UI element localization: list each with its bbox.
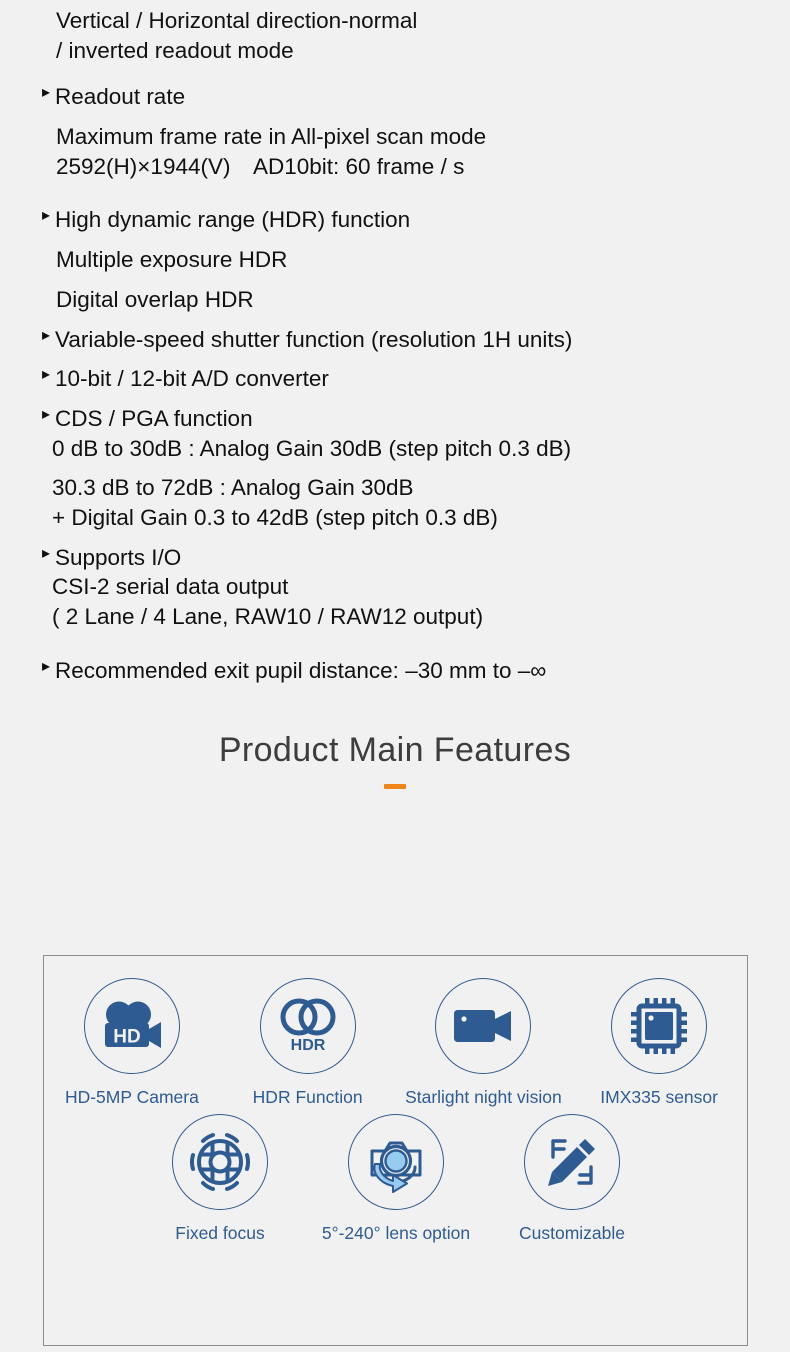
spec-line-text: 10-bit / 12-bit A/D converter <box>55 366 329 392</box>
sensor-chip-icon <box>630 997 688 1055</box>
feature-label: 5°-240° lens option <box>321 1223 471 1244</box>
triangle-bullet-icon: ▸ <box>42 657 51 675</box>
spec-line-text: Maximum frame rate in All-pixel scan mod… <box>56 124 487 150</box>
feature-imx335-sensor[interactable]: IMX335 sensor <box>571 978 747 1108</box>
triangle-bullet-icon: ▸ <box>42 544 51 562</box>
spec-text-line: 2592(H)×1944(V) AD10bit: 60 frame / s <box>0 152 790 182</box>
spec-line-text: 30.3 dB to 72dB : Analog Gain 30dB <box>52 475 414 501</box>
lens-rotate-icon <box>363 1131 429 1194</box>
icon-circle-frame: HDR <box>259 978 356 1074</box>
feature-label: HDR Function <box>252 1087 363 1107</box>
section-heading-block: Product Main Features <box>0 731 790 790</box>
feature-label: HD-5MP Camera <box>64 1087 199 1107</box>
feature-fixed-focus[interactable]: Fixed focus <box>132 1114 308 1244</box>
hd-camera-icon: HD <box>101 1001 163 1051</box>
spec-line-text: Readout rate <box>55 84 186 110</box>
spec-line-text: Digital overlap HDR <box>56 286 254 312</box>
focus-ring-icon <box>189 1131 251 1193</box>
spec-text-line: 0 dB to 30dB : Analog Gain 30dB (step pi… <box>0 434 790 464</box>
spec-text-line: / inverted readout mode <box>0 36 790 66</box>
feature-label: Starlight night vision <box>405 1087 562 1107</box>
spec-bullet-item: ▸ Readout rate <box>0 82 790 112</box>
specification-list: Vertical / Horizontal direction-normal / … <box>0 0 790 685</box>
feature-lens-option[interactable]: 5°-240° lens option <box>308 1114 484 1244</box>
spec-line-text: Supports I/O <box>55 544 182 570</box>
icon-circle-frame <box>172 1114 268 1211</box>
spec-line-text: Vertical / Horizontal direction-normal <box>56 8 418 33</box>
spec-text-line: CSI-2 serial data output <box>0 572 790 602</box>
feature-label: IMX335 sensor <box>600 1087 718 1107</box>
features-row-2: Fixed focus 5°-240° lens option Customiz… <box>44 1108 790 1244</box>
feature-hdr-function[interactable]: HDR HDR Function <box>220 978 396 1108</box>
spec-line-text: + Digital Gain 0.3 to 42dB (step pitch 0… <box>52 504 498 530</box>
triangle-bullet-icon: ▸ <box>42 84 51 102</box>
triangle-bullet-icon: ▸ <box>42 366 51 384</box>
icon-circle-frame <box>524 1114 620 1211</box>
spec-text-line: Vertical / Horizontal direction-normal <box>0 6 790 36</box>
spec-text-line: Digital overlap HDR <box>0 285 790 315</box>
spec-line-text: Variable-speed shutter function (resolut… <box>55 326 573 352</box>
spec-bullet-item: ▸ Supports I/O <box>0 543 790 573</box>
svg-text:HDR: HDR <box>290 1037 325 1054</box>
feature-customizable[interactable]: Customizable <box>484 1114 660 1244</box>
spec-bullet-item: ▸ High dynamic range (HDR) function <box>0 205 790 235</box>
feature-label: Fixed focus <box>175 1223 265 1244</box>
spec-text-line: Maximum frame rate in All-pixel scan mod… <box>0 122 790 152</box>
spec-line-text: / inverted readout mode <box>56 37 294 63</box>
spec-text-line: ( 2 Lane / 4 Lane, RAW10 / RAW12 output) <box>0 602 790 632</box>
triangle-bullet-icon: ▸ <box>42 326 51 344</box>
pencil-edit-icon <box>543 1133 601 1191</box>
icon-circle-frame <box>611 978 708 1074</box>
spec-text-line: Multiple exposure HDR <box>0 245 790 275</box>
spec-line-text: 0 dB to 30dB : Analog Gain 30dB (step pi… <box>52 435 572 461</box>
triangle-bullet-icon: ▸ <box>42 207 51 225</box>
icon-circle-frame <box>435 978 532 1074</box>
page-title: Product Main Features <box>218 731 572 770</box>
heading-underline-accent <box>384 784 406 790</box>
spec-line-text: CDS / PGA function <box>55 405 253 431</box>
spec-line-text: Recommended exit pupil distance: –30 mm … <box>55 657 547 683</box>
spec-bullet-item: ▸ CDS / PGA function <box>0 404 790 434</box>
spec-line-text: 2592(H)×1944(V) AD10bit: 60 frame / s <box>56 153 465 179</box>
spec-line-text: High dynamic range (HDR) function <box>55 207 411 233</box>
spec-line-text: CSI-2 serial data output <box>52 574 289 600</box>
triangle-bullet-icon: ▸ <box>42 405 51 423</box>
hdr-circles-icon: HDR <box>277 997 339 1055</box>
spec-text-line: + Digital Gain 0.3 to 42dB (step pitch 0… <box>0 503 790 533</box>
spec-bullet-item: ▸ Recommended exit pupil distance: –30 mm… <box>0 656 790 686</box>
spec-text-line: 30.3 dB to 72dB : Analog Gain 30dB <box>0 473 790 503</box>
spec-bullet-item: ▸ Variable-speed shutter function (resolu… <box>0 325 790 355</box>
feature-label: Customizable <box>518 1223 626 1244</box>
feature-hd-5mp-camera[interactable]: HD HD-5MP Camera <box>44 978 220 1108</box>
spec-bullet-item: ▸ 10-bit / 12-bit A/D converter <box>0 364 790 394</box>
svg-text:HD: HD <box>113 1027 140 1048</box>
night-vision-icon <box>452 1005 514 1047</box>
spec-line-text: ( 2 Lane / 4 Lane, RAW10 / RAW12 output) <box>52 604 484 629</box>
features-row-1: HD HD-5MP Camera HDR HDR Function Starli… <box>44 956 747 1108</box>
features-card: HD HD-5MP Camera HDR HDR Function Starli… <box>43 955 748 1346</box>
feature-starlight-night-vision[interactable]: Starlight night vision <box>396 978 572 1108</box>
icon-circle-frame <box>348 1114 444 1211</box>
spec-line-text: Multiple exposure HDR <box>56 247 288 273</box>
icon-circle-frame: HD <box>83 978 180 1074</box>
